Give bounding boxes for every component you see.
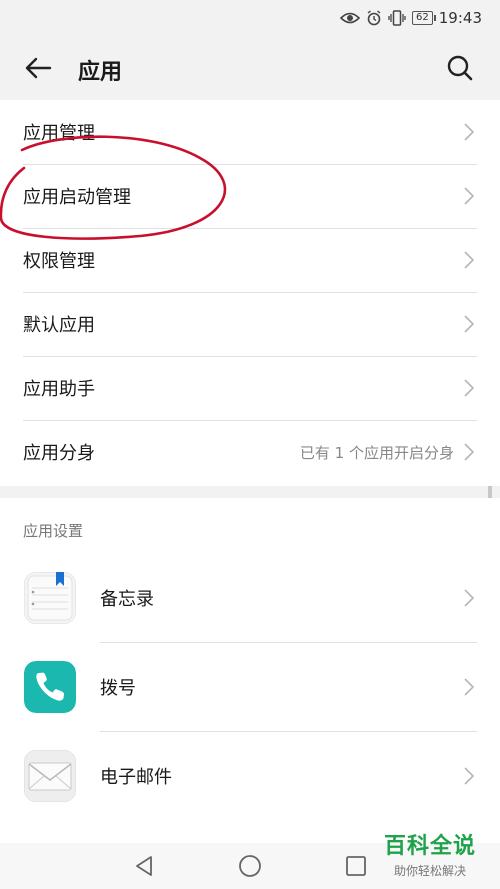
nav-back-button[interactable] (128, 850, 160, 882)
watermark: 百科全说 助你轻松解决 (374, 828, 486, 879)
recents-square-icon (346, 856, 366, 876)
chevron-right-icon (462, 314, 476, 334)
menu-item-app-assistant[interactable]: 应用助手 (0, 356, 500, 420)
search-icon (447, 55, 473, 81)
watermark-title: 百科全说 (383, 834, 476, 859)
menu-item-default-apps[interactable]: 默认应用 (0, 292, 500, 356)
section-header: 应用设置 (23, 522, 84, 540)
vibrate-icon (388, 9, 406, 27)
chevron-right-icon (462, 588, 476, 608)
notepad-icon (24, 572, 76, 624)
menu-item-app-management[interactable]: 应用管理 (0, 100, 500, 164)
menu-item-label: 默认应用 (23, 315, 95, 336)
chevron-right-icon (462, 442, 476, 462)
phone-icon (24, 661, 76, 713)
back-triangle-icon (136, 856, 152, 876)
status-bar: 62 19:43 (0, 0, 500, 36)
app-item-memo[interactable]: 备忘录 (0, 554, 500, 642)
chevron-right-icon (462, 250, 476, 270)
chevron-right-icon (462, 186, 476, 206)
mail-icon (24, 750, 76, 802)
menu-item-label: 应用助手 (23, 379, 95, 400)
app-item-label: 备忘录 (100, 589, 154, 610)
app-item-email[interactable]: 电子邮件 (0, 732, 500, 820)
menu-item-label: 权限管理 (23, 251, 95, 272)
home-circle-icon (239, 855, 261, 877)
watermark-subtitle: 助你轻松解决 (393, 864, 466, 878)
menu-item-label: 应用管理 (23, 123, 95, 144)
eye-icon (340, 9, 361, 27)
menu-item-app-twin[interactable]: 应用分身 已有 1 个应用开启分身 (0, 420, 500, 484)
app-menu-list: 应用管理 应用启动管理 权限管理 默认应用 应用助手 应用分身 已有 1 个应用… (0, 100, 500, 486)
app-settings-section: 应用设置 备忘录 拨号 电子邮件 (0, 498, 500, 843)
battery-icon: 62 (412, 11, 436, 25)
page-title: 应用 (78, 60, 123, 85)
app-bar: 应用 (0, 36, 500, 100)
clock-time: 19:43 (438, 9, 482, 27)
chevron-right-icon (462, 378, 476, 398)
alarm-icon (366, 9, 382, 27)
app-item-label: 拨号 (100, 678, 136, 699)
app-item-label: 电子邮件 (100, 767, 172, 788)
chevron-right-icon (462, 766, 476, 786)
back-arrow-icon (25, 57, 52, 79)
search-button[interactable] (442, 50, 478, 86)
nav-recents-button[interactable] (340, 850, 372, 882)
menu-item-label: 应用启动管理 (23, 187, 131, 208)
menu-item-app-launch[interactable]: 应用启动管理 (0, 164, 500, 228)
menu-item-label: 应用分身 (23, 443, 95, 464)
nav-home-button[interactable] (234, 850, 266, 882)
back-button[interactable] (20, 50, 56, 86)
app-twin-status: 已有 1 个应用开启分身 (299, 443, 454, 462)
app-item-dialer[interactable]: 拨号 (0, 643, 500, 731)
chevron-right-icon (462, 122, 476, 142)
chevron-right-icon (462, 677, 476, 697)
menu-item-permissions[interactable]: 权限管理 (0, 228, 500, 292)
